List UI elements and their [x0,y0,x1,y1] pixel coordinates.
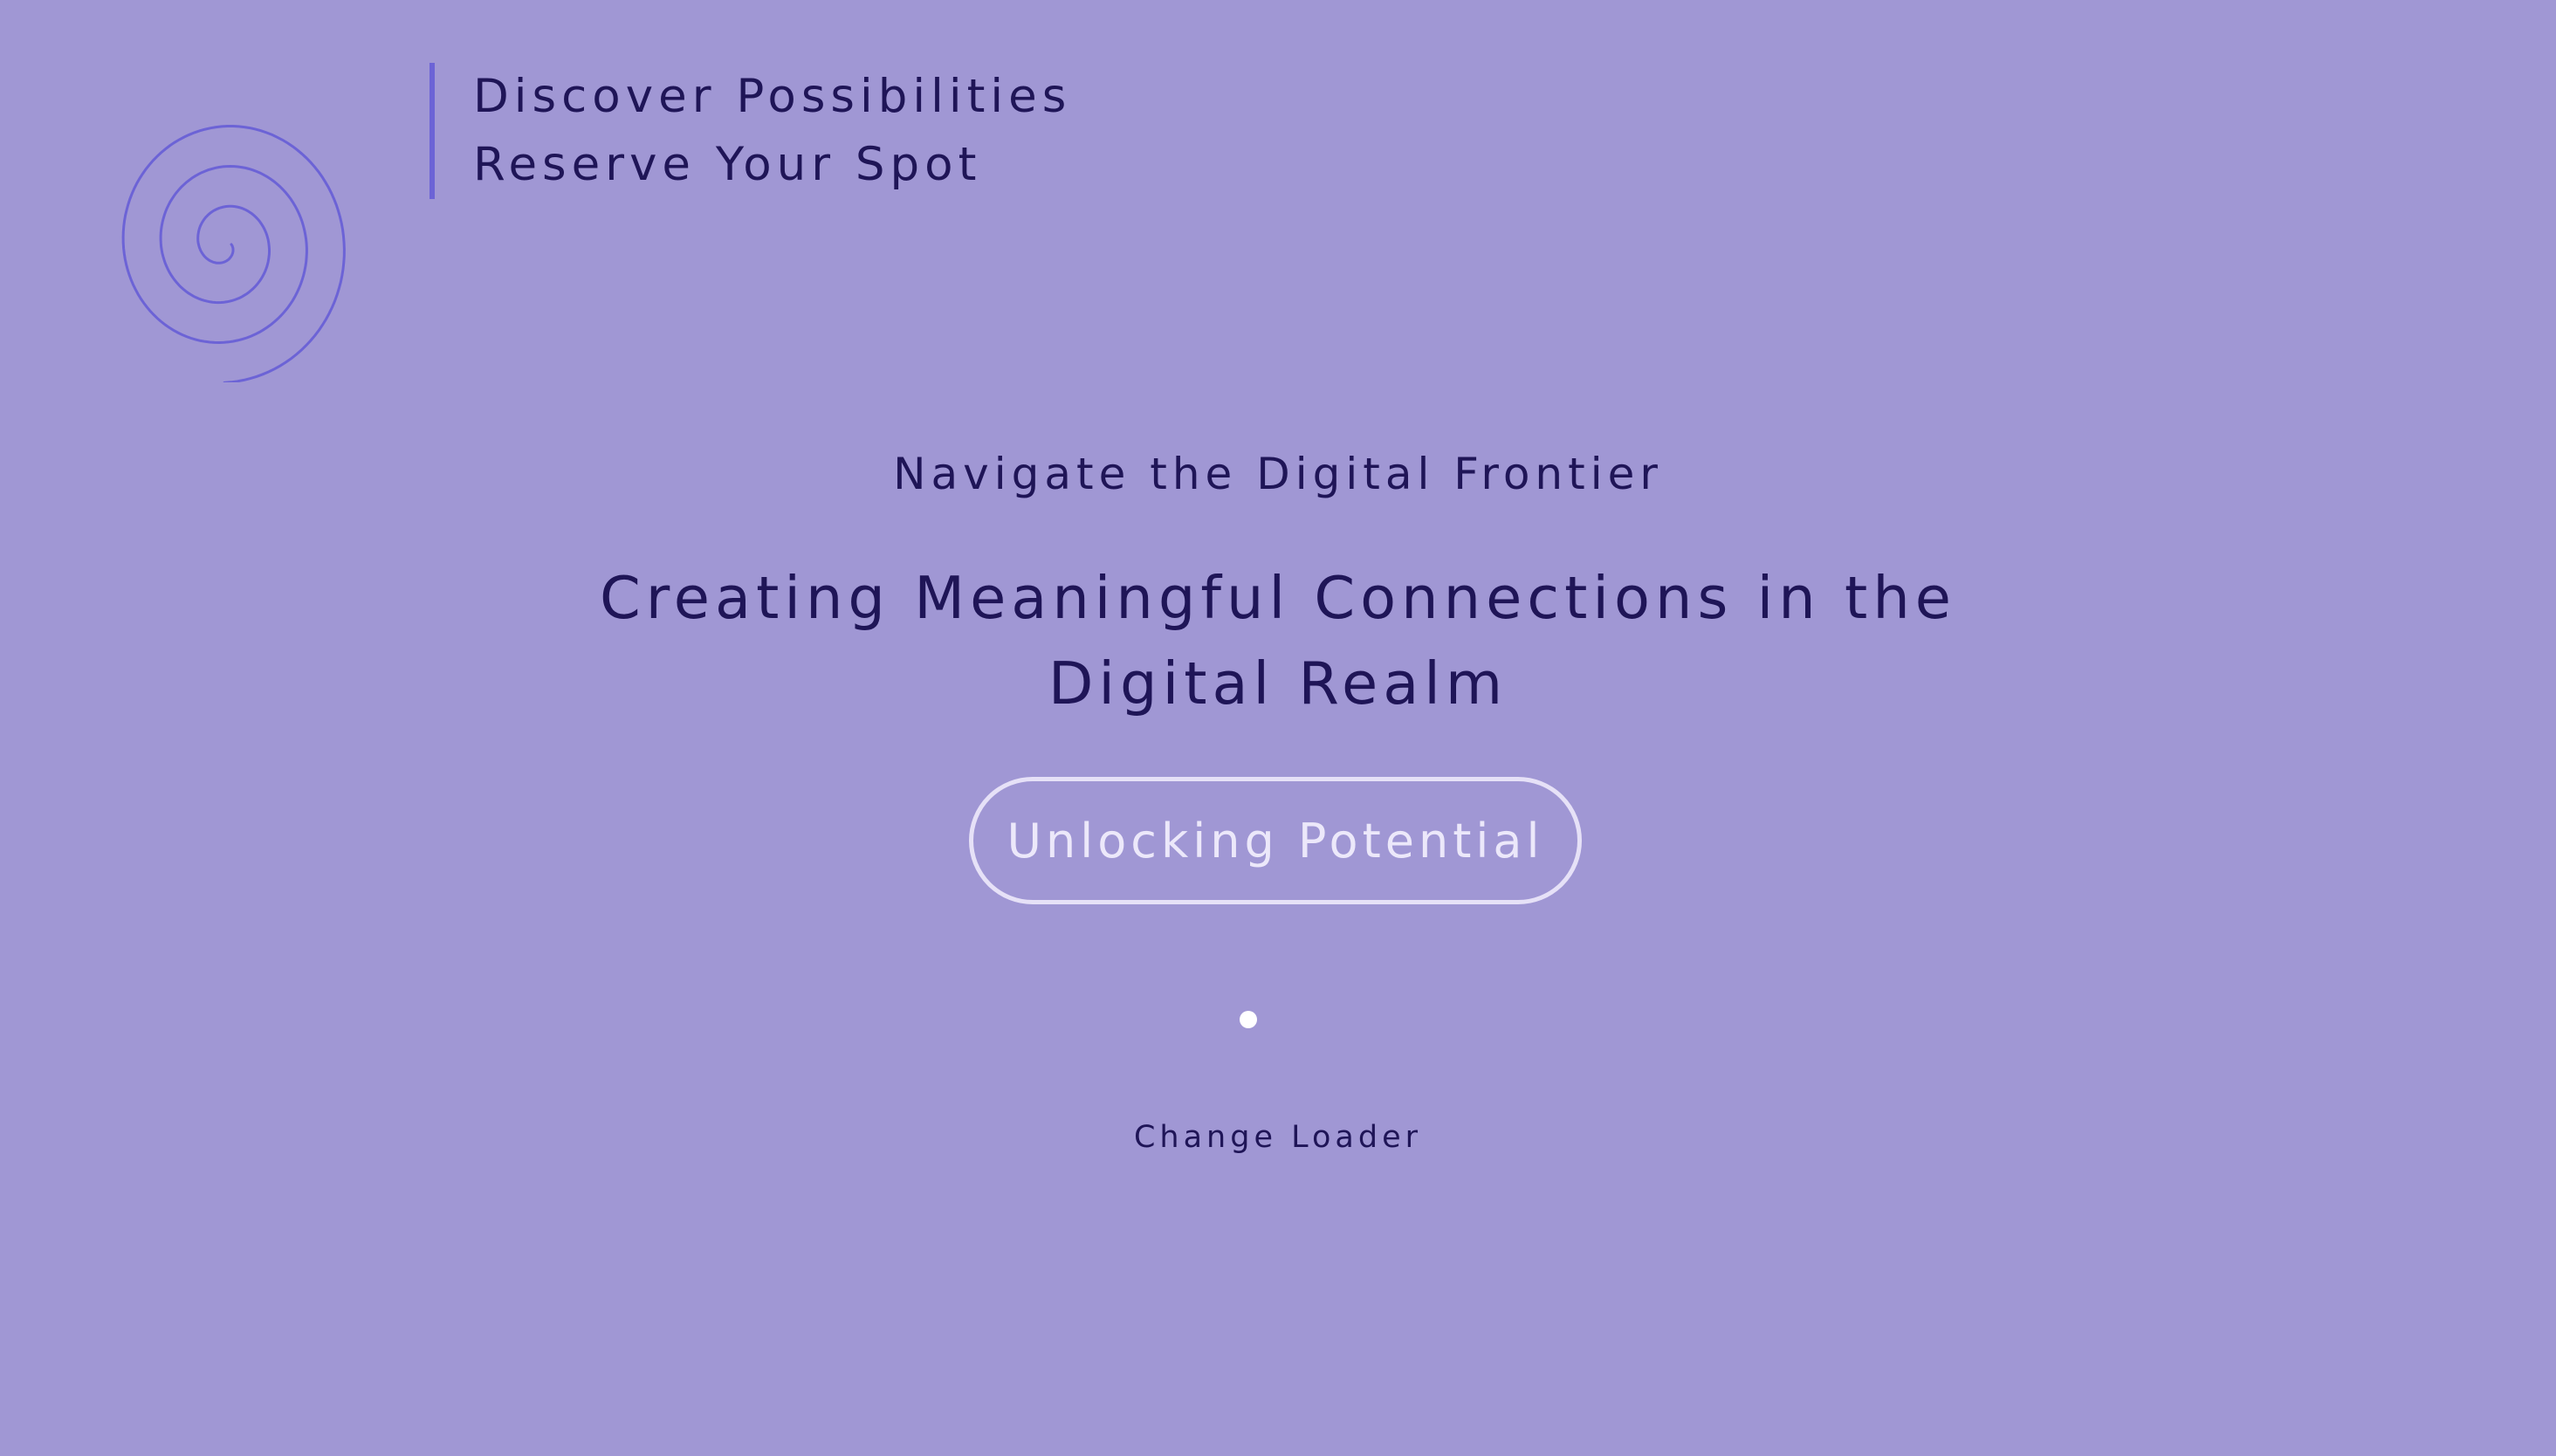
hero-section: Navigate the Digital Frontier Creating M… [0,0,2556,1456]
hero-headline-line-2: Digital Realm [1048,649,1508,718]
hero-eyebrow: Navigate the Digital Frontier [893,449,1663,499]
hero-headline: Creating Meaningful Connections in the Di… [536,555,2020,726]
unlocking-potential-button[interactable]: Unlocking Potential [969,777,1582,904]
change-loader-label[interactable]: Change Loader [1134,1120,1422,1155]
change-loader-link[interactable]: Change Loader [0,1116,2556,1159]
hero-headline-line-1: Creating Meaningful Connections in the [599,564,1957,632]
loader-dot [1240,1011,1257,1028]
